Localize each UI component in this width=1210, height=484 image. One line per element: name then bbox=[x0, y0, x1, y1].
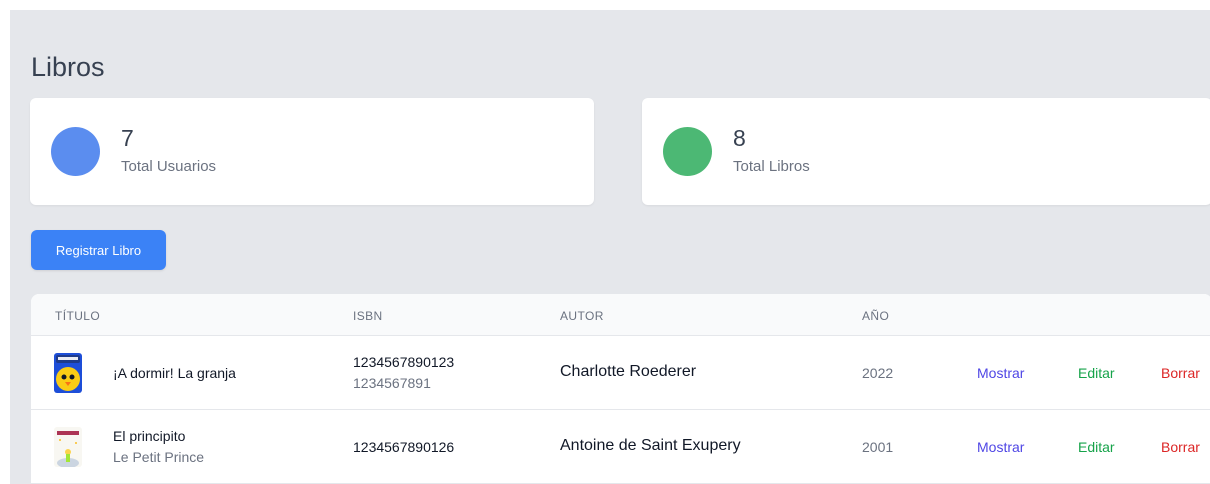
register-book-button[interactable]: Registrar Libro bbox=[31, 230, 166, 270]
delete-link[interactable]: Borrar bbox=[1161, 365, 1200, 381]
book-cover-chick-icon bbox=[54, 353, 82, 393]
book-isbn: 1234567890123 bbox=[353, 354, 455, 370]
stat-label: Total Libros bbox=[733, 158, 810, 175]
table-header: TÍTULO ISBN AUTOR AÑO bbox=[31, 294, 1210, 336]
table-row: El principito Le Petit Prince 1234567890… bbox=[31, 410, 1210, 484]
book-isbn: 1234567890126 bbox=[353, 439, 455, 455]
show-link[interactable]: Mostrar bbox=[977, 439, 1024, 455]
book-cover-little-prince-icon bbox=[54, 427, 82, 467]
book-isbn-secondary: 1234567891 bbox=[353, 375, 431, 391]
book-author: Antoine de Saint Exupery bbox=[560, 437, 741, 454]
edit-link[interactable]: Editar bbox=[1078, 439, 1115, 455]
stat-value: 8 bbox=[733, 125, 746, 151]
book-title: ¡A dormir! La granja bbox=[113, 365, 236, 381]
column-header-year: AÑO bbox=[862, 309, 890, 323]
delete-link[interactable]: Borrar bbox=[1161, 439, 1200, 455]
books-stat-icon bbox=[663, 127, 712, 176]
main-content: Libros 7 Total Usuarios 8 Total Libros R… bbox=[10, 10, 1210, 484]
book-year: 2022 bbox=[862, 365, 894, 381]
edit-link[interactable]: Editar bbox=[1078, 365, 1115, 381]
page-title: Libros bbox=[31, 52, 105, 82]
stat-card-users: 7 Total Usuarios bbox=[30, 98, 594, 205]
column-header-title: TÍTULO bbox=[55, 309, 101, 323]
stat-card-books: 8 Total Libros bbox=[642, 98, 1210, 205]
stat-value: 7 bbox=[121, 125, 134, 151]
book-author: Charlotte Roederer bbox=[560, 363, 697, 380]
column-header-isbn: ISBN bbox=[353, 309, 383, 323]
users-stat-icon bbox=[51, 127, 100, 176]
book-subtitle: Le Petit Prince bbox=[113, 449, 205, 465]
books-table: TÍTULO ISBN AUTOR AÑO ¡A dormir! La gran… bbox=[31, 294, 1210, 484]
book-title: El principito bbox=[113, 428, 186, 444]
book-year: 2001 bbox=[862, 439, 894, 455]
show-link[interactable]: Mostrar bbox=[977, 365, 1024, 381]
stat-label: Total Usuarios bbox=[121, 158, 217, 175]
table-row: ¡A dormir! La granja 1234567890123 12345… bbox=[31, 336, 1210, 410]
column-header-author: AUTOR bbox=[560, 309, 604, 323]
